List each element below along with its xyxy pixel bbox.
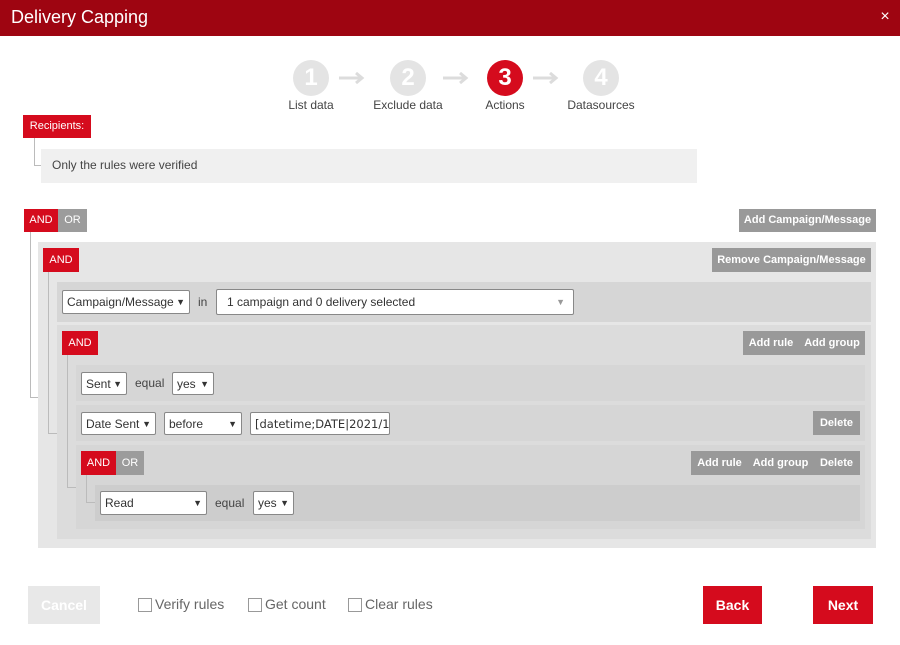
sub-add-group-button[interactable]: Add group [748, 451, 813, 475]
back-button[interactable]: Back [703, 586, 762, 624]
step-1-circle[interactable]: 1 [293, 60, 329, 96]
sub-group-and-toggle[interactable]: AND [81, 451, 116, 475]
campaign-value-select[interactable]: 1 campaign and 0 delivery selected ▼ [216, 289, 574, 315]
campaign-group-and-toggle[interactable]: AND [43, 248, 79, 272]
sub-delete-group-button[interactable]: Delete [813, 451, 860, 475]
add-group-button[interactable]: Add group [799, 331, 865, 355]
chevron-down-icon: ▼ [280, 498, 289, 508]
verify-rules-link[interactable]: Verify rules [138, 596, 224, 613]
clear-icon [348, 598, 362, 613]
clear-rules-link[interactable]: Clear rules [348, 596, 433, 613]
remove-campaign-button[interactable]: Remove Campaign/Message [712, 248, 871, 272]
verify-icon [138, 598, 152, 613]
arrow-right-icon [443, 72, 469, 84]
chevron-down-icon: ▼ [556, 297, 565, 307]
rule-field-select[interactable]: Read ▼ [100, 491, 207, 515]
add-campaign-button[interactable]: Add Campaign/Message [739, 209, 876, 232]
rule-row [95, 485, 860, 521]
rule-value-select[interactable]: yes ▼ [253, 491, 294, 515]
chevron-down-icon: ▼ [193, 498, 202, 508]
chevron-down-icon: ▼ [200, 379, 209, 389]
rule-field-select[interactable]: Date Sent ▼ [81, 412, 156, 435]
recipients-message: Only the rules were verified [52, 158, 198, 172]
rule-value-input[interactable]: [datetime;DATE|2021/12/ [250, 412, 390, 435]
next-button[interactable]: Next [813, 586, 873, 624]
root-and-toggle[interactable]: AND [24, 209, 58, 232]
rule-operator-label: equal [215, 496, 245, 510]
step-4-label: Datasources [567, 98, 635, 112]
root-or-toggle[interactable]: OR [58, 209, 87, 232]
rule-value-select[interactable]: yes ▼ [172, 372, 214, 395]
dialog-title: Delivery Capping [11, 7, 149, 27]
step-2-label: Exclude data [373, 98, 443, 112]
step-3-circle[interactable]: 3 [487, 60, 523, 96]
step-3-label: Actions [485, 98, 525, 112]
chevron-down-icon: ▼ [228, 419, 237, 429]
step-4-circle[interactable]: 4 [583, 60, 619, 96]
cancel-button[interactable]: Cancel [28, 586, 100, 624]
campaign-field-select[interactable]: Campaign/Message ▼ [62, 290, 190, 314]
rule-field-select[interactable]: Sent ▼ [81, 372, 127, 395]
chevron-down-icon: ▼ [176, 297, 185, 307]
step-1-label: List data [288, 98, 334, 112]
delete-rule-button[interactable]: Delete [813, 411, 860, 435]
get-count-link[interactable]: Get count [248, 596, 326, 613]
step-2-circle[interactable]: 2 [390, 60, 426, 96]
count-icon [248, 598, 262, 613]
campaign-operator-label: in [198, 295, 208, 309]
sub-group-or-toggle[interactable]: OR [116, 451, 144, 475]
chevron-down-icon: ▼ [113, 379, 122, 389]
add-rule-button[interactable]: Add rule [743, 331, 799, 355]
arrow-right-icon [533, 72, 559, 84]
rule-operator-label: equal [135, 376, 165, 390]
arrow-right-icon [339, 72, 365, 84]
sub-add-rule-button[interactable]: Add rule [691, 451, 748, 475]
rule-group-and-toggle[interactable]: AND [62, 331, 98, 355]
rule-operator-select[interactable]: before ▼ [164, 412, 242, 435]
close-icon[interactable]: × [876, 7, 894, 27]
chevron-down-icon: ▼ [142, 419, 151, 429]
recipients-tag: Recipients: [23, 115, 91, 138]
